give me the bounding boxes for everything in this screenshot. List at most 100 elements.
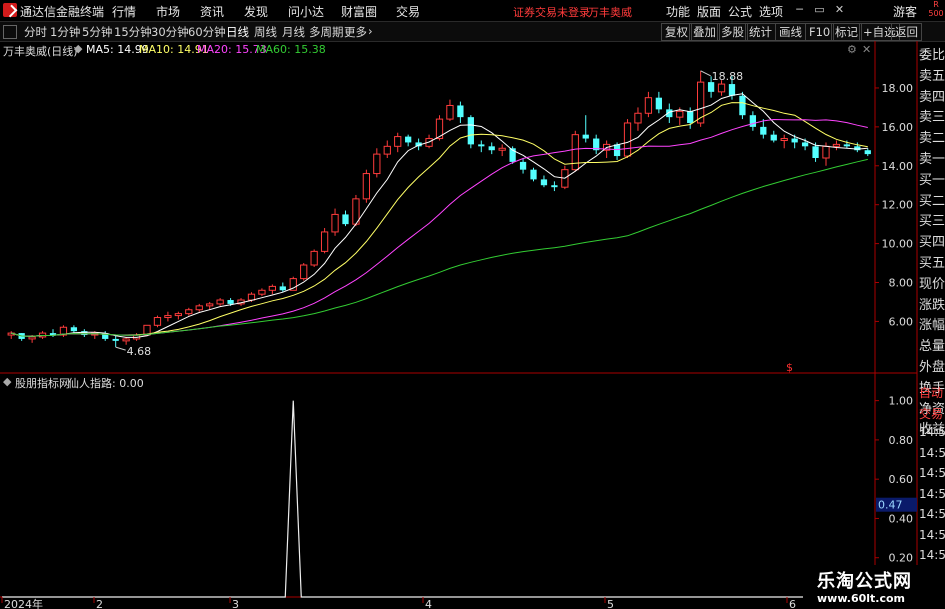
badge-r-top: R xyxy=(933,0,939,9)
tab-60min[interactable]: 60分钟 xyxy=(188,24,226,40)
candle-up xyxy=(832,143,841,147)
candle-down xyxy=(739,95,746,116)
menu-shichang[interactable]: 市场 xyxy=(156,3,180,20)
candle-up xyxy=(383,145,391,155)
candle-up xyxy=(206,303,214,307)
candle-up xyxy=(195,305,203,311)
chevron-right-icon[interactable]: › xyxy=(368,24,373,38)
tab-daily[interactable]: 日线 xyxy=(226,24,249,40)
menu-wenxiaoda[interactable]: 问小达 xyxy=(288,3,324,20)
tab-more[interactable]: 更多 xyxy=(344,24,367,40)
candle-down xyxy=(854,146,861,151)
app-logo-icon xyxy=(3,3,17,17)
price-tick-label: 12.00 xyxy=(882,199,914,212)
tab-1min[interactable]: 1分钟 xyxy=(50,24,80,40)
tab-5min[interactable]: 5分钟 xyxy=(82,24,112,40)
indicator-side-label-4: 14:56 xyxy=(919,466,945,480)
menu-faxian[interactable]: 发现 xyxy=(244,3,268,20)
watermark: 乐淘公式网 www.60lt.com xyxy=(803,565,945,609)
indicator-value-label: 仙人指路: 0.00 xyxy=(68,377,144,390)
stats-button[interactable]: 统计 xyxy=(745,23,776,41)
annotation-label: 18.88 xyxy=(712,70,744,83)
candle-up xyxy=(717,83,726,93)
candle-down xyxy=(279,286,286,291)
menu-zixun[interactable]: 资讯 xyxy=(200,3,224,20)
quote-label-1: 卖五 xyxy=(919,68,945,84)
period-toolbar: 分时 1分钟 5分钟 15分钟 30分钟 60分钟 日线 周线 月线 多周期 更… xyxy=(0,21,945,42)
price-tick-label: 10.00 xyxy=(882,238,914,251)
login-warning[interactable]: 证券交易未登录 xyxy=(513,4,590,20)
indicator-collapse-icon[interactable]: ◆ xyxy=(3,375,11,388)
overlay-button[interactable]: 叠加 xyxy=(689,23,720,41)
indicator-side-label-1[interactable]: 交易 xyxy=(919,405,943,422)
indicator-side-label-0[interactable]: 自动 xyxy=(919,384,943,401)
fuquan-button[interactable]: 复权 xyxy=(661,23,692,41)
menu-banmian[interactable]: 版面 xyxy=(697,3,721,20)
candle-up xyxy=(258,289,266,295)
indicator-side-label-3: 14:56 xyxy=(919,445,945,460)
quote-label-2: 卖四 xyxy=(919,89,945,105)
restore-icon[interactable]: ▭ xyxy=(812,3,827,17)
badge-r: R 500 xyxy=(928,0,944,18)
collapse-icon[interactable]: ◆ xyxy=(74,42,82,55)
candle-up xyxy=(153,317,162,326)
kline-chart[interactable]: 6.00 8.00 10.00 12.00 14.00 16.00 18.00 18.88 4.… xyxy=(0,41,945,609)
time-axis-label: 2 xyxy=(96,598,103,609)
draw-line-button[interactable]: 画线 xyxy=(775,23,806,41)
minimize-icon[interactable]: ─ xyxy=(792,3,807,17)
settings-gear-icon[interactable]: ⚙ xyxy=(847,43,857,56)
candle-up xyxy=(247,293,256,301)
toggle-panel-icon[interactable] xyxy=(3,25,17,39)
price-tick-label: 18.00 xyxy=(882,82,914,95)
candle-down xyxy=(112,338,119,341)
tab-fenshi[interactable]: 分时 xyxy=(24,24,47,40)
tab-multi-period[interactable]: 多周期 xyxy=(309,24,344,40)
menu-jiaoyi[interactable]: 交易 xyxy=(396,3,420,20)
annotation-arrow xyxy=(700,70,711,77)
menu-xuanxiang[interactable]: 选项 xyxy=(759,3,783,20)
candle-down xyxy=(70,327,78,332)
menu-gongshi[interactable]: 公式 xyxy=(728,3,752,20)
indicator-side-label-8: 14:56 xyxy=(919,548,945,562)
menu-gongneng[interactable]: 功能 xyxy=(666,3,690,20)
f10-button[interactable]: F10 xyxy=(805,23,835,41)
menu-caifuquan[interactable]: 财富圈 xyxy=(341,3,377,20)
multi-stock-button[interactable]: 多股 xyxy=(717,23,748,41)
candle-down xyxy=(467,117,474,145)
quote-label-4: 卖二 xyxy=(919,131,945,147)
tab-30min[interactable]: 30分钟 xyxy=(151,24,189,40)
annotation-arrow xyxy=(115,346,126,351)
candle-down xyxy=(81,331,88,336)
candle-up xyxy=(498,147,506,151)
user-guest[interactable]: 游客 xyxy=(893,3,917,20)
quote-label-14: 总量 xyxy=(919,339,945,355)
indicator-tick-label: 0.20 xyxy=(889,552,914,565)
tab-weekly[interactable]: 周线 xyxy=(254,24,277,40)
indicator-tick-label: 0.60 xyxy=(889,473,914,486)
quote-label-6: 买一 xyxy=(919,172,945,188)
price-tick-label: 8.00 xyxy=(889,277,914,290)
candle-down xyxy=(582,134,589,139)
candle-down xyxy=(478,144,485,147)
candle-up xyxy=(634,112,642,124)
candle-down xyxy=(864,150,871,155)
pane-close-icon[interactable]: ✕ xyxy=(862,43,871,56)
candle-up xyxy=(268,285,277,291)
tab-15min[interactable]: 15分钟 xyxy=(114,24,152,40)
candle-down xyxy=(801,142,809,147)
mark-button[interactable]: 标记 xyxy=(831,23,862,41)
candle-up xyxy=(623,122,632,157)
candle-down xyxy=(707,82,715,92)
menu-hangqing[interactable]: 行情 xyxy=(112,3,136,20)
candle-down xyxy=(405,136,412,143)
ma-line-ma60 xyxy=(11,158,868,337)
back-button[interactable]: 返回 xyxy=(891,23,922,41)
quote-label-3: 卖三 xyxy=(919,110,945,126)
tab-monthly[interactable]: 月线 xyxy=(282,24,305,40)
stock-name-top: 万丰奥威 xyxy=(588,6,632,19)
close-icon[interactable]: ✕ xyxy=(832,3,847,17)
candle-up xyxy=(571,134,579,171)
quote-label-10: 买五 xyxy=(919,256,945,271)
signal-line xyxy=(2,400,875,598)
candle-down xyxy=(540,179,548,186)
